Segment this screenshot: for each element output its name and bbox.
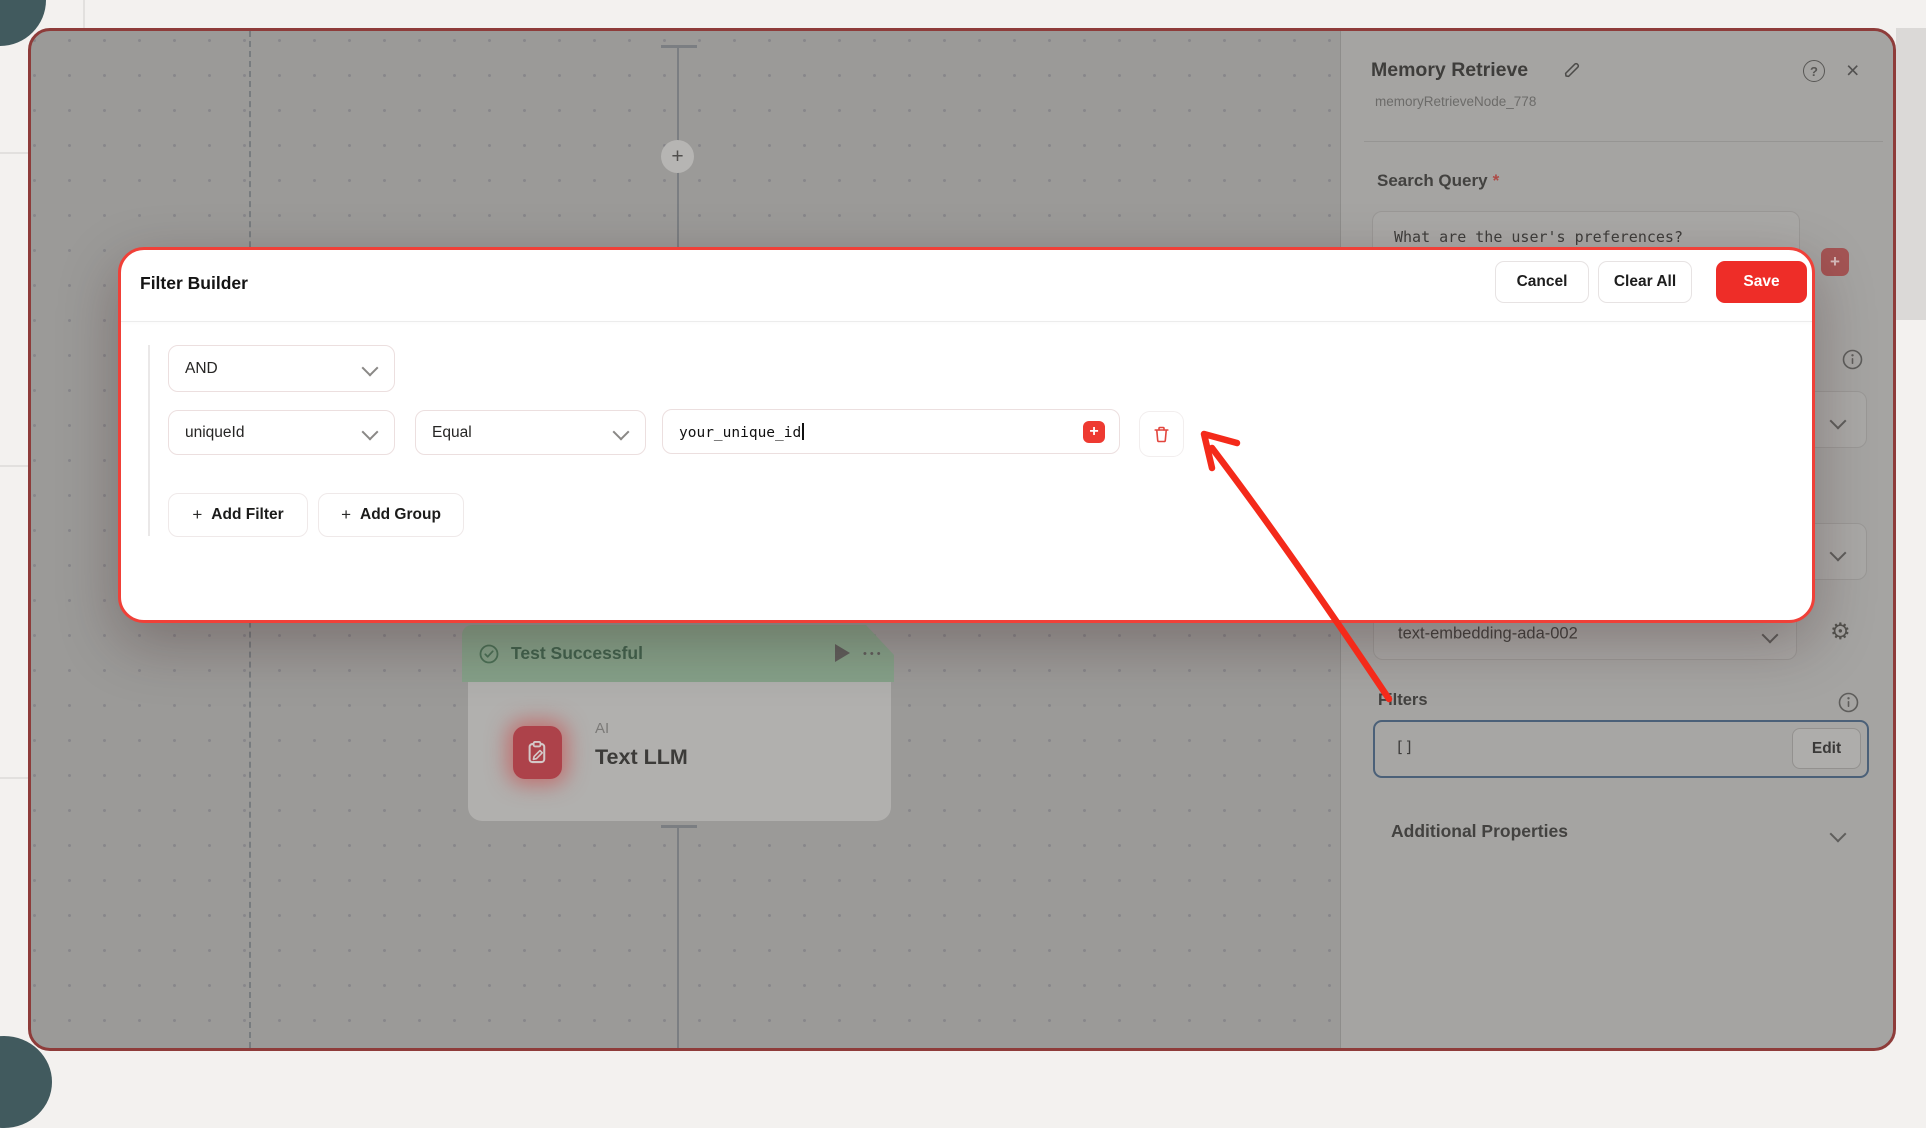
- text-cursor: [802, 423, 804, 440]
- node-status-label: Test Successful: [511, 643, 643, 664]
- panel-divider: [1364, 141, 1883, 142]
- chevron-down-icon: [1762, 627, 1779, 644]
- page-background-strip: [1896, 28, 1926, 320]
- chevron-down-icon: [1830, 413, 1847, 430]
- search-query-value: What are the user's preferences?: [1394, 228, 1683, 246]
- edge-connector-cap-bottom: [661, 825, 697, 828]
- modal-title: Filter Builder: [140, 273, 248, 294]
- group-operator-value: AND: [185, 360, 218, 378]
- group-operator-select[interactable]: AND: [168, 345, 395, 392]
- page-gridline: [0, 152, 28, 154]
- add-filter-label: Add Filter: [211, 506, 283, 524]
- edit-title-icon[interactable]: [1563, 61, 1581, 79]
- page-gridline: [0, 465, 28, 467]
- save-button[interactable]: Save: [1716, 261, 1807, 303]
- filter-field-select[interactable]: uniqueId: [168, 410, 395, 455]
- add-node-button[interactable]: +: [661, 140, 694, 173]
- filters-info-icon[interactable]: [1838, 692, 1859, 713]
- filter-value-text: your_unique_id: [679, 425, 801, 441]
- clipboard-pencil-icon: [524, 739, 551, 766]
- help-icon[interactable]: ?: [1803, 60, 1825, 82]
- cancel-button[interactable]: Cancel: [1495, 261, 1589, 303]
- node-category-label: AI: [595, 720, 609, 737]
- filters-value: []: [1395, 738, 1414, 756]
- check-circle-icon: [479, 644, 499, 664]
- insert-variable-button[interactable]: +: [1083, 421, 1105, 443]
- node-title-label: Text LLM: [595, 745, 688, 770]
- required-asterisk: *: [1493, 171, 1500, 190]
- search-query-label-text: Search Query: [1377, 171, 1488, 190]
- edge-connector-line-bottom: [677, 828, 679, 1048]
- node-card[interactable]: AI Text LLM: [468, 682, 891, 821]
- close-panel-icon[interactable]: ×: [1846, 60, 1859, 80]
- node-status-banner: Test Successful •••: [462, 625, 894, 682]
- filters-field[interactable]: [] Edit: [1373, 720, 1869, 778]
- chevron-down-icon: [362, 423, 379, 440]
- trash-icon: [1152, 425, 1171, 444]
- modal-header-divider: [121, 321, 1812, 322]
- edge-connector-cap-top: [661, 45, 697, 48]
- filter-operator-select[interactable]: Equal: [415, 410, 646, 455]
- clear-all-button[interactable]: Clear All: [1598, 261, 1692, 303]
- delete-filter-button[interactable]: [1139, 411, 1184, 457]
- additional-properties-chevron-icon[interactable]: [1830, 826, 1847, 843]
- edit-filters-button[interactable]: Edit: [1792, 728, 1861, 769]
- run-node-icon[interactable]: [835, 644, 850, 662]
- add-group-label: Add Group: [360, 506, 441, 524]
- chevron-down-icon: [1830, 545, 1847, 562]
- filter-field-value: uniqueId: [185, 424, 244, 442]
- add-filter-button[interactable]: + Add Filter: [168, 493, 308, 537]
- plus-icon: +: [192, 505, 202, 525]
- additional-properties-label: Additional Properties: [1391, 821, 1568, 842]
- add-group-button[interactable]: + Add Group: [318, 493, 464, 537]
- embedding-model-value: text-embedding-ada-002: [1398, 624, 1578, 643]
- node-menu-icon[interactable]: •••: [863, 625, 884, 682]
- page-gridline: [0, 777, 28, 779]
- filter-group-indent-line: [148, 345, 150, 536]
- filter-operator-value: Equal: [432, 424, 472, 442]
- filters-label: Filters: [1378, 691, 1428, 710]
- filter-builder-modal: Filter Builder Cancel Clear All Save AND…: [118, 247, 1815, 623]
- filter-value-input[interactable]: your_unique_id +: [662, 409, 1120, 454]
- plus-icon: +: [341, 505, 351, 525]
- search-query-label: Search Query *: [1377, 171, 1499, 191]
- text-llm-node-icon: [513, 726, 562, 779]
- info-icon[interactable]: [1842, 349, 1863, 370]
- chevron-down-icon: [362, 359, 379, 376]
- page-gridline: [83, 0, 85, 28]
- node-id-label: memoryRetrieveNode_778: [1375, 94, 1536, 109]
- panel-title: Memory Retrieve: [1371, 59, 1528, 82]
- gear-icon[interactable]: ⚙: [1830, 619, 1851, 645]
- chevron-down-icon: [613, 423, 630, 440]
- add-query-button[interactable]: +: [1821, 248, 1849, 276]
- app-window: + Test Successful ••• AI Text LLM Memory…: [28, 28, 1896, 1051]
